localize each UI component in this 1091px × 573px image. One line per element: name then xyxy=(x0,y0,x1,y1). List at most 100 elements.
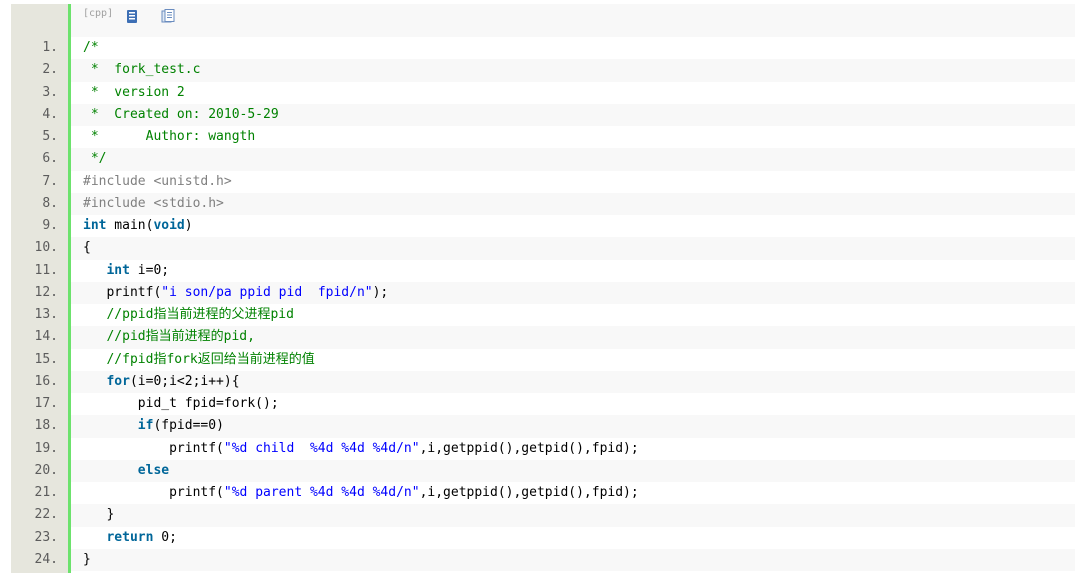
code-line: 9. int main(void) xyxy=(11,215,1075,237)
code-text: /* xyxy=(71,37,1075,59)
line-number: 23. xyxy=(34,529,58,545)
code-line: 13. //ppid指当前进程的父进程pid xyxy=(11,304,1075,326)
code-line: 12. printf("i son/pa ppid pid fpid/n"); xyxy=(11,281,1075,304)
line-number: 5. xyxy=(42,129,58,144)
code-token: * fork_test.c xyxy=(83,62,201,78)
code-token: ); xyxy=(372,284,389,300)
code-line: 2. * fork_test.c xyxy=(11,59,1075,82)
code-text: return 0; xyxy=(71,527,1075,549)
code-token: * Author: wangth xyxy=(83,129,256,144)
code-token: /* xyxy=(83,40,99,55)
code-line: 24.} xyxy=(11,548,1075,571)
code-text: */ xyxy=(71,148,1075,171)
code-text: if(fpid==0) xyxy=(71,415,1075,438)
code-line: 17. pid_t fpid=fork(); xyxy=(11,393,1075,415)
code-text: printf("i son/pa ppid pid fpid/n"); xyxy=(71,281,1075,304)
code-lines: 1./* 2. * fork_test.c 3. * version 2 4. * C… xyxy=(11,37,1075,571)
code-toolbar: [cpp] xyxy=(71,4,1075,37)
code-token: } xyxy=(83,507,115,523)
language-label: [cpp] xyxy=(83,8,114,19)
code-token: * version 2 xyxy=(83,84,185,100)
code-token: ) xyxy=(184,218,193,233)
line-number: 17. xyxy=(34,396,58,411)
code-line: 20. else xyxy=(11,459,1075,482)
code-token: "%d child %4d %4d %4d/n" xyxy=(223,440,420,456)
code-line: 1. /* xyxy=(11,37,1075,59)
line-number: 14. xyxy=(34,329,58,345)
code-text: pid_t fpid=fork(); xyxy=(71,393,1075,415)
code-line: 5. * Author: wangth xyxy=(11,126,1075,148)
code-text: * version 2 xyxy=(71,82,1075,104)
code-token: return xyxy=(106,529,154,545)
code-token: printf( xyxy=(83,440,224,456)
code-text: * Created on: 2010-5-29 xyxy=(71,103,1075,126)
code-line: 4. * Created on: 2010-5-29 xyxy=(11,103,1075,126)
code-token: ,i,getppid(),getpid(),fpid); xyxy=(419,440,639,456)
code-token: main( xyxy=(106,218,154,233)
code-text: * Author: wangth xyxy=(71,126,1075,148)
code-text: else xyxy=(71,459,1075,482)
line-number: 7. xyxy=(42,173,58,189)
line-number: 4. xyxy=(42,106,58,122)
line-number: 10. xyxy=(34,240,58,256)
line-number: 22. xyxy=(34,507,58,523)
line-number: 1. xyxy=(42,40,58,55)
code-token: printf( xyxy=(83,284,162,300)
code-text: int i=0; xyxy=(71,260,1075,282)
line-number: 13. xyxy=(34,307,58,322)
code-text: #include <stdio.h> xyxy=(71,192,1075,215)
view-source-icon[interactable] xyxy=(125,9,139,24)
line-number: 24. xyxy=(34,551,58,567)
code-token: void xyxy=(153,218,185,233)
code-line: 15. //fpid指fork返回给当前进程的值 xyxy=(11,349,1075,371)
code-token: if xyxy=(137,418,154,434)
code-token: ,i,getppid(),getpid(),fpid); xyxy=(419,485,639,500)
line-number: 9. xyxy=(42,218,58,233)
code-text: #include <unistd.h> xyxy=(71,171,1075,193)
code-token: (fpid==0) xyxy=(153,418,224,434)
code-token: (i=0;i<2;i++){ xyxy=(129,373,240,389)
code-text: printf("%d parent %4d %4d %4d/n",i,getpp… xyxy=(71,482,1075,504)
code-text: int main(void) xyxy=(71,215,1075,237)
code-text: //pid指当前进程的pid, xyxy=(71,326,1075,349)
code-token: printf( xyxy=(83,485,224,500)
code-line: 14. //pid指当前进程的pid, xyxy=(11,326,1075,349)
copy-to-clipboard-icon[interactable] xyxy=(161,9,175,24)
code-token: #include <stdio.h> xyxy=(83,195,224,211)
line-number: 20. xyxy=(34,462,58,478)
line-number: 15. xyxy=(34,351,58,367)
code-token: //ppid指当前进程的父进程pid xyxy=(106,307,294,322)
code-line: 23. return 0; xyxy=(11,527,1075,549)
code-token: "i son/pa ppid pid fpid/n" xyxy=(161,284,373,300)
line-number: 12. xyxy=(34,284,58,300)
line-number: 3. xyxy=(42,84,58,100)
code-token: pid_t fpid=fork(); xyxy=(83,396,279,411)
code-token: 0; xyxy=(153,529,177,545)
code-line: 3. * version 2 xyxy=(11,82,1075,104)
code-token: //pid指当前进程的pid, xyxy=(106,329,255,345)
line-number: 6. xyxy=(42,151,58,167)
code-token: else xyxy=(137,462,170,478)
code-text: } xyxy=(71,548,1075,571)
code-token: } xyxy=(83,551,91,567)
code-token: #include <unistd.h> xyxy=(83,173,232,189)
code-text: //ppid指当前进程的父进程pid xyxy=(71,304,1075,326)
code-token: int xyxy=(106,262,130,278)
code-line: 11. int i=0; xyxy=(11,260,1075,282)
code-line: 6. */ xyxy=(11,148,1075,171)
code-token: //fpid指fork返回给当前进程的值 xyxy=(106,351,315,367)
code-text: { xyxy=(71,237,1075,260)
code-text: * fork_test.c xyxy=(71,59,1075,82)
line-number: 21. xyxy=(34,485,58,500)
code-text: //fpid指fork返回给当前进程的值 xyxy=(71,349,1075,371)
code-line: 16. for(i=0;i<2;i++){ xyxy=(11,370,1075,393)
line-number: 8. xyxy=(42,195,58,211)
code-line: 8. #include <stdio.h> xyxy=(11,192,1075,215)
